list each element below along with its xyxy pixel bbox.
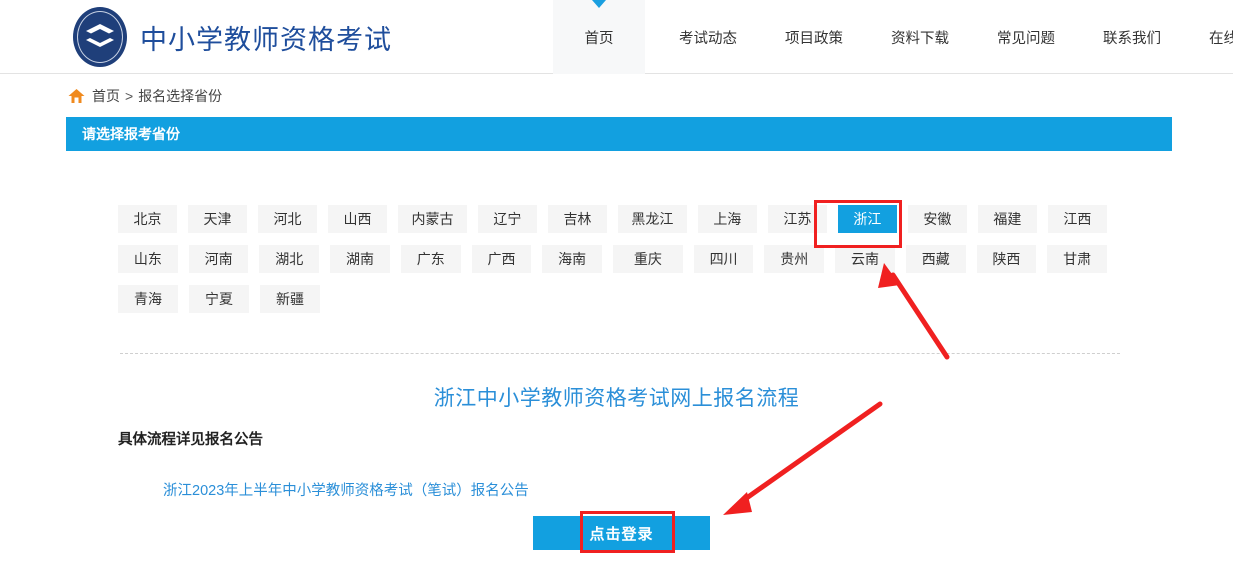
province-beijing[interactable]: 北京 [118,205,177,233]
nav-item-contact-us[interactable]: 联系我们 [1089,0,1175,74]
nav-item-exam-news[interactable]: 考试动态 [665,0,751,74]
nav-item-label: 常见问题 [997,27,1055,48]
login-button[interactable]: 点击登录 [533,516,710,550]
flow-note: 具体流程详见报名公告 [118,428,263,449]
province-row: 北京 天津 河北 山西 内蒙古 辽宁 吉林 黑龙江 上海 江苏 浙江 安徽 福建… [118,205,1118,233]
graduation-emblem-icon [70,6,130,68]
province-guangxi[interactable]: 广西 [472,245,532,273]
province-tibet[interactable]: 西藏 [906,245,966,273]
nav-item-label: 联系我们 [1103,27,1161,48]
province-hunan[interactable]: 湖南 [330,245,390,273]
nav-item-label: 项目政策 [785,27,843,48]
annotation-arrow-to-login-button [723,404,880,515]
nav-item-downloads[interactable]: 资料下载 [877,0,963,74]
province-shaanxi[interactable]: 陕西 [977,245,1037,273]
nav-item-faq[interactable]: 常见问题 [983,0,1069,74]
breadcrumb-home-link[interactable]: 首页 [92,86,120,106]
province-inner-mongolia[interactable]: 内蒙古 [398,205,467,233]
nav-item-home[interactable]: 首页 [553,0,645,74]
flow-title: 浙江中小学教师资格考试网上报名流程 [0,382,1233,412]
province-ningxia[interactable]: 宁夏 [189,285,249,313]
nav-item-project-policy[interactable]: 项目政策 [771,0,857,74]
province-jiangxi[interactable]: 江西 [1048,205,1107,233]
main-navigation: 首页 考试动态 项目政策 资料下载 常见问题 联系我们 在线客服 [553,0,1233,74]
province-hubei[interactable]: 湖北 [259,245,319,273]
province-gansu[interactable]: 甘肃 [1047,245,1107,273]
nav-item-label: 资料下载 [891,27,949,48]
active-caret-icon [592,0,606,8]
province-tianjin[interactable]: 天津 [188,205,247,233]
section-title-text: 请选择报考省份 [82,124,180,144]
province-guangdong[interactable]: 广东 [401,245,461,273]
province-row: 山东 河南 湖北 湖南 广东 广西 海南 重庆 四川 贵州 云南 西藏 陕西 甘… [118,245,1118,273]
section-divider [120,353,1120,354]
section-title-bar: 请选择报考省份 [66,117,1172,151]
province-fujian[interactable]: 福建 [978,205,1037,233]
province-anhui[interactable]: 安徽 [908,205,967,233]
nav-item-label: 首页 [585,27,614,48]
province-qinghai[interactable]: 青海 [118,285,178,313]
province-yunnan[interactable]: 云南 [835,245,895,273]
province-row: 青海 宁夏 新疆 [118,285,1118,313]
province-xinjiang[interactable]: 新疆 [260,285,320,313]
province-sichuan[interactable]: 四川 [694,245,754,273]
brand-logo-area[interactable]: 中小学教师资格考试 [70,4,392,70]
province-guizhou[interactable]: 贵州 [764,245,824,273]
province-chongqing[interactable]: 重庆 [613,245,683,273]
site-header: 中小学教师资格考试 首页 考试动态 项目政策 资料下载 常见问题 联系我们 在线… [0,0,1233,74]
province-hebei[interactable]: 河北 [258,205,317,233]
province-jilin[interactable]: 吉林 [548,205,607,233]
province-liaoning[interactable]: 辽宁 [478,205,537,233]
province-henan[interactable]: 河南 [189,245,249,273]
province-jiangsu[interactable]: 江苏 [768,205,827,233]
province-shandong[interactable]: 山东 [118,245,178,273]
announcement-link[interactable]: 浙江2023年上半年中小学教师资格考试（笔试）报名公告 [163,479,529,500]
province-zhejiang[interactable]: 浙江 [838,205,897,233]
brand-title: 中小学教师资格考试 [140,18,392,57]
province-hainan[interactable]: 海南 [542,245,602,273]
province-heilongjiang[interactable]: 黑龙江 [618,205,687,233]
province-shanxi[interactable]: 山西 [328,205,387,233]
home-icon [68,88,85,104]
nav-item-online-service[interactable]: 在线客服 [1195,0,1233,74]
nav-item-label: 在线客服 [1209,27,1233,48]
province-picker: 北京 天津 河北 山西 内蒙古 辽宁 吉林 黑龙江 上海 江苏 浙江 安徽 福建… [118,205,1118,325]
nav-item-label: 考试动态 [679,27,737,48]
breadcrumb: 首页 > 报名选择省份 [68,86,222,106]
breadcrumb-current: 报名选择省份 [138,86,222,106]
province-shanghai[interactable]: 上海 [698,205,757,233]
breadcrumb-separator: > [125,88,133,104]
